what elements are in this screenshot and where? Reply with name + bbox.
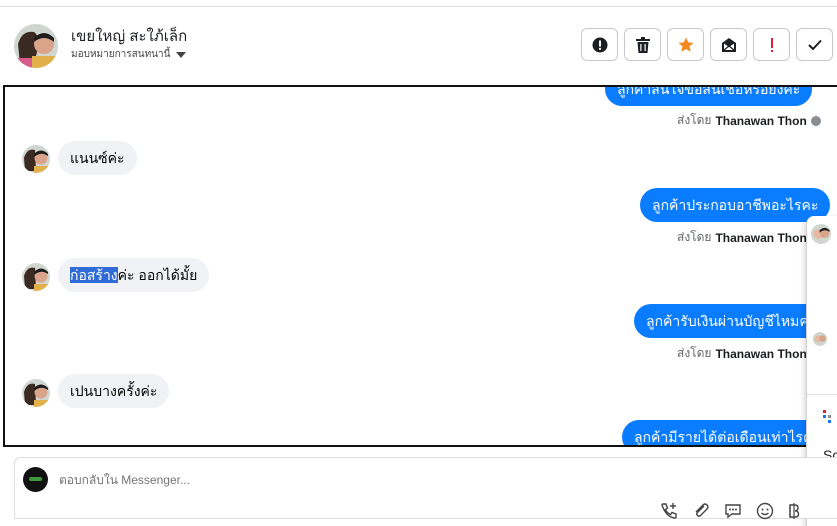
mark-spam-button[interactable] bbox=[581, 28, 618, 61]
popup-divider bbox=[807, 394, 837, 395]
conversation-actions bbox=[581, 28, 833, 61]
sent-by-label: ส่งโดย Thanawan Thon bbox=[677, 346, 807, 361]
sender-avatar[interactable] bbox=[22, 263, 50, 291]
info-icon[interactable] bbox=[810, 115, 821, 126]
sent-by-label: ส่งโดย Thanawan Thon bbox=[677, 230, 807, 245]
baht-icon[interactable] bbox=[788, 502, 806, 520]
page-avatar bbox=[23, 467, 48, 492]
incoming-message[interactable]: ก่อสร้างค่ะ ออกได้มั้ย bbox=[58, 258, 210, 292]
outgoing-message[interactable]: ลูกค้ามีรายได้ต่อเดือนเท่าไรคะ bbox=[622, 420, 832, 445]
sender-avatar[interactable] bbox=[22, 145, 50, 173]
delete-button[interactable] bbox=[624, 28, 661, 61]
incoming-message[interactable]: แนนซ์ค่ะ bbox=[58, 141, 137, 175]
outgoing-message[interactable]: ลูกค้ารับเงินผ่านบัญชีไหมคะ bbox=[634, 304, 829, 338]
selected-text[interactable]: ก่อสร้าง bbox=[70, 267, 118, 283]
message-thread[interactable]: ลูกค้าสนใจขอสินเชื่อหรือยังคะ ส่งโดย Than… bbox=[3, 85, 837, 447]
assign-conversation-dropdown[interactable]: มอบหมายการสนทนานี้ bbox=[71, 47, 187, 62]
conversation-header: เขยใหญ่ สะใภ้เล็ก มอบหมายการสนทนานี้ bbox=[0, 7, 837, 85]
add-call-icon[interactable] bbox=[660, 502, 678, 520]
incoming-message[interactable]: เปนบางครั้งค่ะ bbox=[58, 374, 170, 408]
app-grid-icon bbox=[823, 410, 837, 424]
emoji-icon[interactable] bbox=[756, 502, 774, 520]
paperclip-icon[interactable] bbox=[692, 502, 710, 520]
trash-icon bbox=[635, 36, 650, 53]
quick-reply-icon[interactable] bbox=[724, 502, 742, 520]
exclamation-icon bbox=[770, 37, 773, 52]
mark-unread-button[interactable] bbox=[710, 28, 747, 61]
assign-label: มอบหมายการสนทนานี้ bbox=[71, 49, 171, 60]
star-button[interactable] bbox=[667, 28, 704, 61]
contact-avatar[interactable] bbox=[14, 24, 58, 68]
mark-unread-icon bbox=[721, 37, 736, 52]
chevron-down-icon bbox=[176, 51, 187, 58]
done-button[interactable] bbox=[796, 28, 833, 61]
check-icon bbox=[807, 39, 822, 50]
outgoing-message[interactable]: ลูกค้าประกอบอาชีพอะไรคะ bbox=[640, 188, 831, 222]
popup-small-avatar bbox=[813, 332, 827, 346]
star-icon bbox=[678, 37, 693, 52]
reply-composer bbox=[14, 457, 837, 520]
reply-input[interactable] bbox=[59, 473, 559, 487]
outgoing-message[interactable]: ลูกค้าสนใจขอสินเชื่อหรือยังคะ bbox=[605, 87, 813, 106]
alert-circle-icon bbox=[592, 37, 607, 52]
sender-avatar[interactable] bbox=[22, 379, 50, 407]
composer-toolbar bbox=[660, 502, 806, 520]
contact-name[interactable]: เขยใหญ่ สะใภ้เล็ก bbox=[71, 24, 187, 48]
popup-avatar bbox=[811, 224, 831, 244]
sent-by-label: ส่งโดย Thanawan Thon bbox=[677, 111, 821, 130]
follow-up-button[interactable] bbox=[753, 28, 790, 61]
